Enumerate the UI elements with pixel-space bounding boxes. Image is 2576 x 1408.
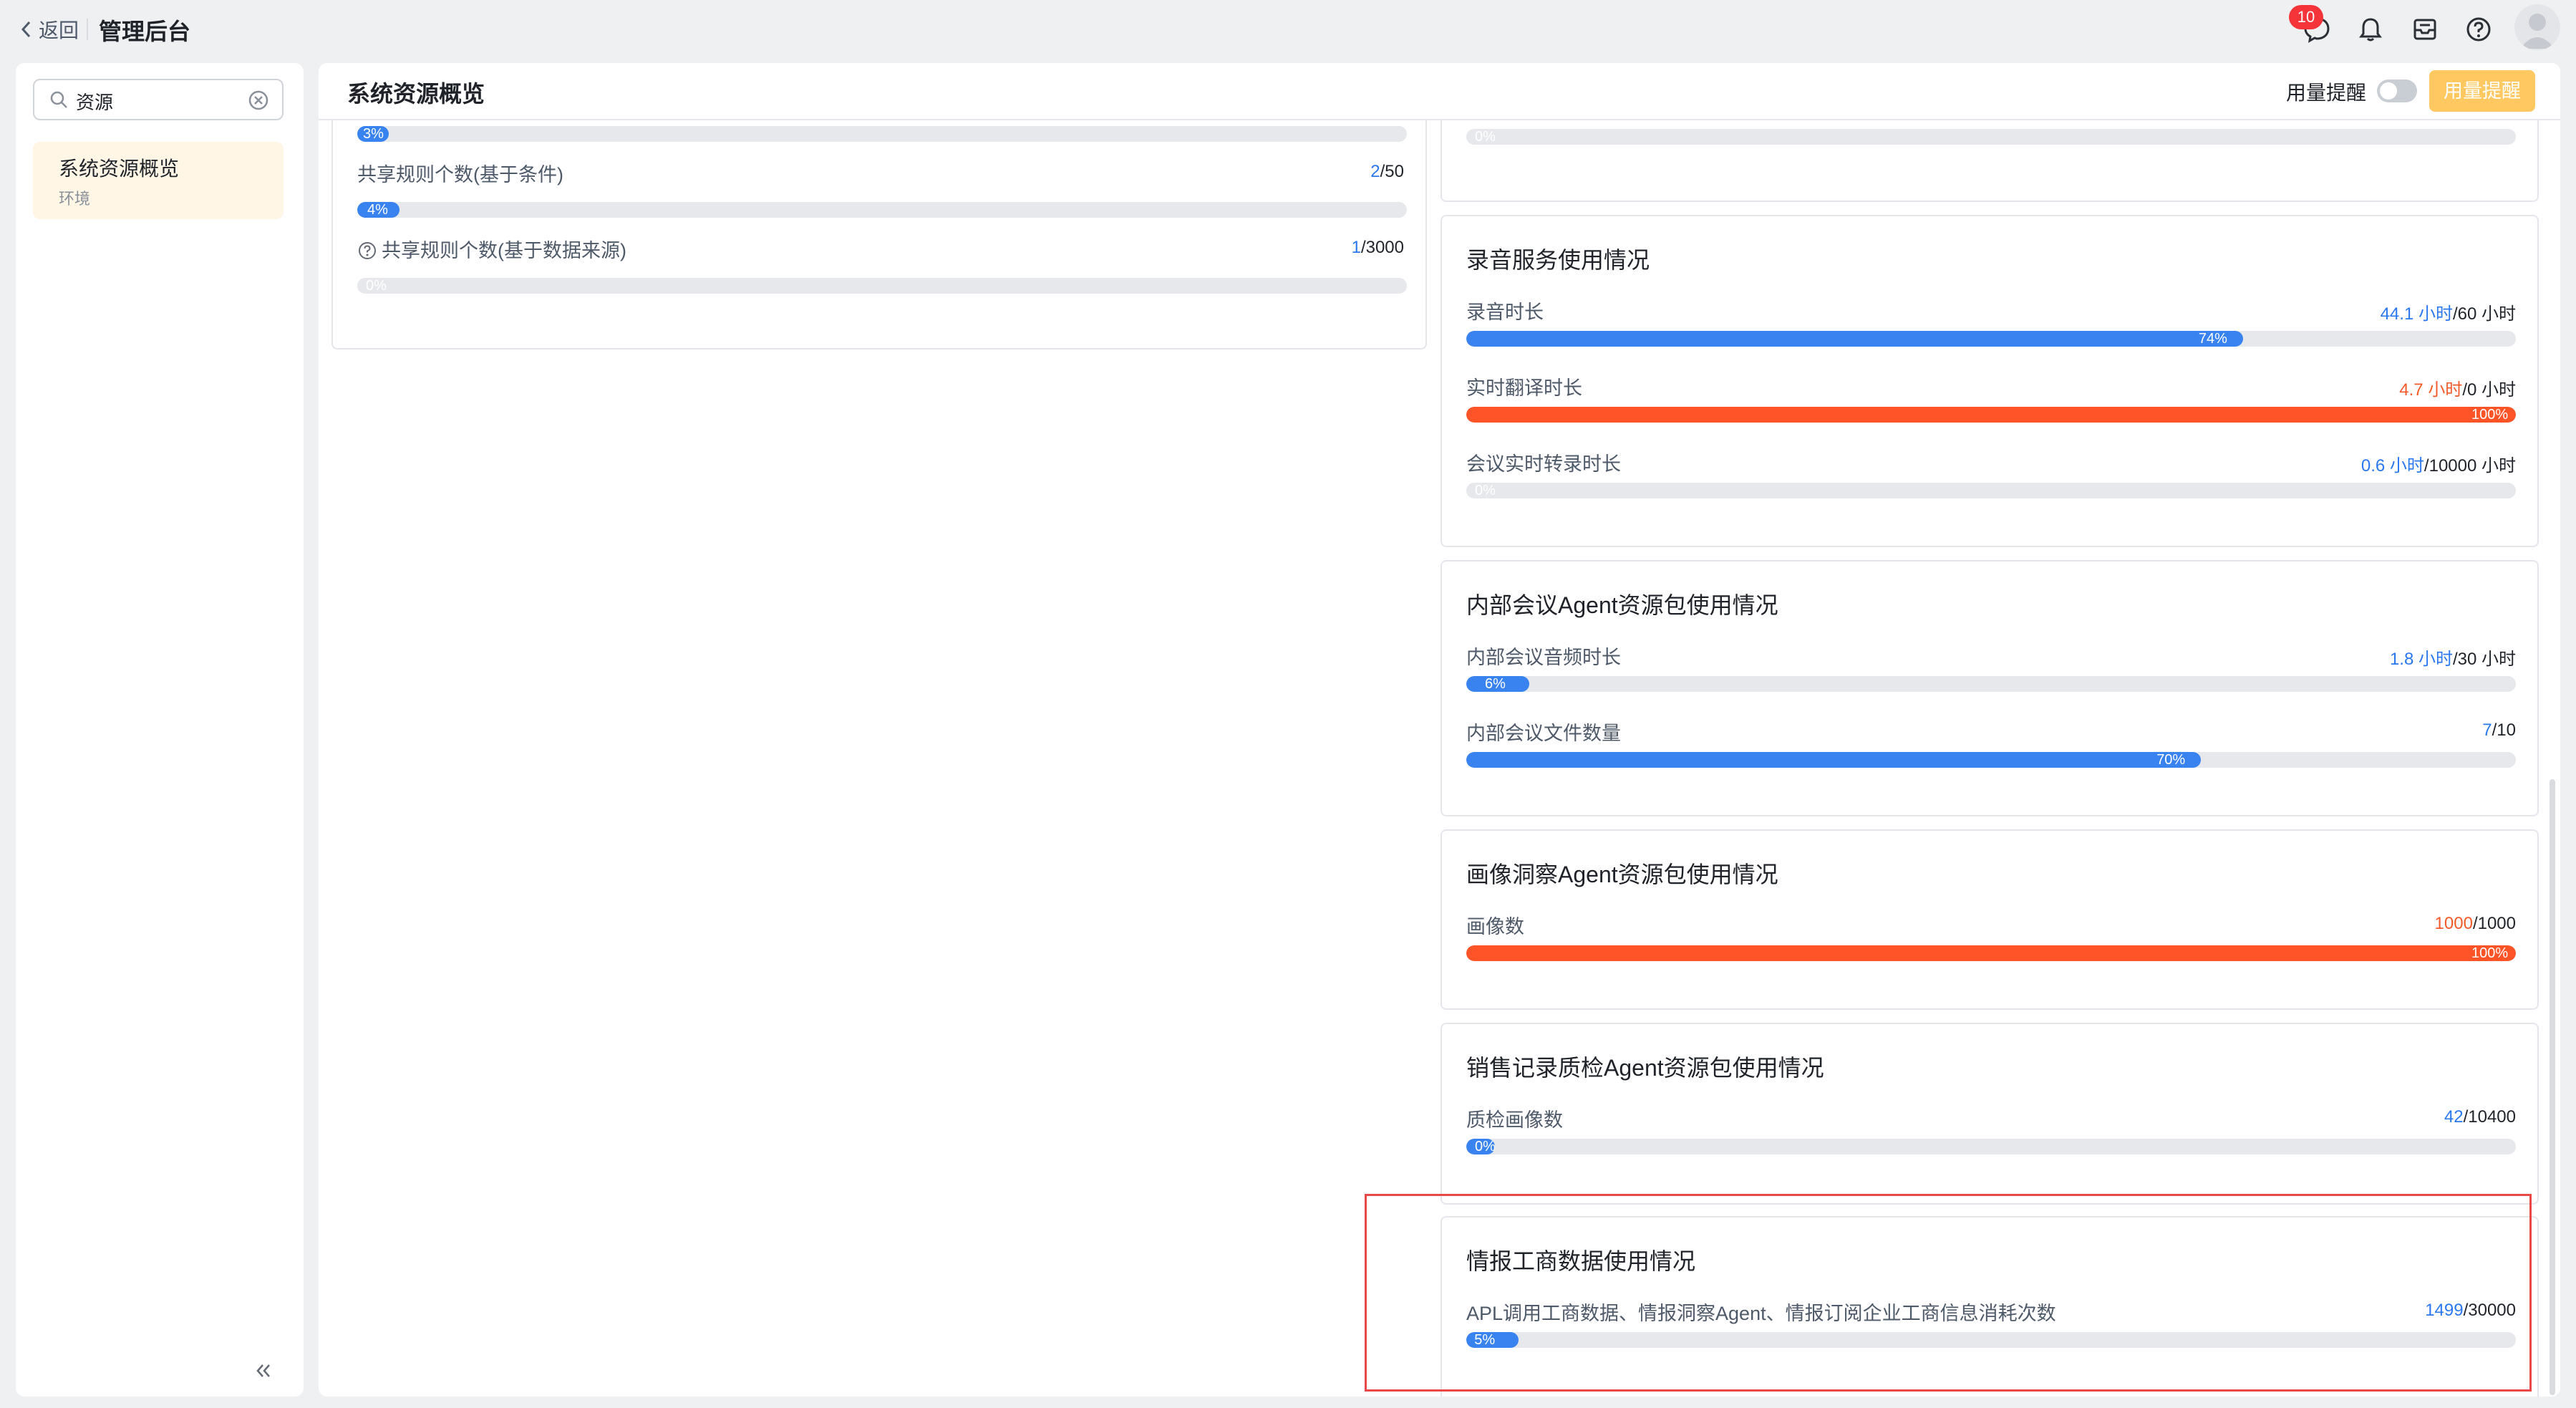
progress-percent: 6% xyxy=(1484,676,1506,692)
message-count-badge: 10 xyxy=(2289,5,2323,29)
metric-label: 画像数 xyxy=(1466,916,1524,937)
metric-value: 2/50 xyxy=(1370,162,1404,181)
progress-fill xyxy=(1466,945,2516,961)
back-button[interactable]: 返回 xyxy=(19,15,79,44)
metric-label: 会议实时转录时长 xyxy=(1466,453,1621,475)
sidebar-item-subtitle: 环境 xyxy=(59,190,91,208)
usage-alert-toggle[interactable] xyxy=(2377,79,2417,102)
progress-percent: 3% xyxy=(363,126,384,142)
portrait-insight-agent-card: 画像洞察Agent资源包使用情况 画像数 1000/1000 100% xyxy=(1440,829,2539,1010)
chevron-left-icon xyxy=(21,21,31,38)
progress-percent: 74% xyxy=(2198,331,2227,347)
internal-meeting-agent-card: 内部会议Agent资源包使用情况 内部会议音频时长 1.8 小时/30 小时 6… xyxy=(1440,560,2539,816)
metric-label: 录音时长 xyxy=(1466,302,1544,323)
progress-percent: 100% xyxy=(2471,945,2509,961)
inbox-icon[interactable] xyxy=(2410,14,2440,44)
progress-percent: 100% xyxy=(2471,407,2509,423)
progress-track: 100% xyxy=(1466,407,2516,423)
progress-percent: 0% xyxy=(1475,483,1496,498)
progress-track: 0% xyxy=(1466,483,2516,498)
metric-value: 1.8 小时/30 小时 xyxy=(2389,650,2516,669)
progress-track: 100% xyxy=(1466,945,2516,961)
metric-value: 1/3000 xyxy=(1351,238,1404,257)
search-value: 资源 xyxy=(76,92,114,113)
sidebar-item-label: 系统资源概览 xyxy=(59,158,180,180)
clear-icon[interactable] xyxy=(248,90,269,111)
search-input[interactable]: 资源 xyxy=(33,79,284,120)
back-label: 返回 xyxy=(39,19,79,42)
sidebar: 资源 系统资源概览 环境 xyxy=(16,63,304,1397)
progress-track: 6% xyxy=(1466,676,2516,692)
sidebar-item-system-resource-overview[interactable]: 系统资源概览 环境 xyxy=(33,142,284,219)
progress-track: 0% xyxy=(357,278,1407,294)
progress-fill xyxy=(1466,407,2516,423)
metric-value: 7/10 xyxy=(2482,720,2516,740)
metric-value: 4.7 小时/0 小时 xyxy=(2399,380,2516,400)
top-bar: 返回 管理后台 10 xyxy=(0,0,2576,59)
question-circle-icon[interactable] xyxy=(357,241,377,261)
progress-percent: 0% xyxy=(366,278,387,294)
sales-qc-agent-card: 销售记录质检Agent资源包使用情况 质检画像数 42/10400 0% xyxy=(1440,1023,2539,1205)
metric-value: 44.1 小时/60 小时 xyxy=(2380,304,2516,324)
scrollbar[interactable] xyxy=(2550,779,2555,1395)
progress-track: 3% xyxy=(357,126,1407,142)
avatar[interactable] xyxy=(2514,4,2560,50)
progress-track: 4% xyxy=(357,202,1407,218)
highlight-box xyxy=(1365,1194,2532,1392)
recording-usage-card: 录音服务使用情况 录音时长 44.1 小时/60 小时 74% 实时翻译时长 4… xyxy=(1440,215,2539,547)
metric-label: 内部会议音频时长 xyxy=(1466,647,1621,668)
bell-icon[interactable] xyxy=(2355,14,2386,44)
metric-label: 内部会议文件数量 xyxy=(1466,723,1621,744)
app-title: 管理后台 xyxy=(99,19,191,44)
card-title: 销售记录质检Agent资源包使用情况 xyxy=(1466,1055,1824,1081)
progress-percent: 70% xyxy=(2156,752,2186,768)
metric-value: 1000/1000 xyxy=(2434,914,2516,933)
search-icon xyxy=(50,91,67,108)
usage-alert-button[interactable]: 用量提醒 xyxy=(2429,70,2535,112)
page-title: 系统资源概览 xyxy=(347,81,485,107)
progress-fill xyxy=(1466,752,2202,768)
main-header: 系统资源概览 用量提醒 用量提醒 xyxy=(319,63,2560,120)
progress-track: 0% xyxy=(1466,129,2516,145)
help-icon[interactable] xyxy=(2464,14,2494,44)
toggle-knob xyxy=(2380,82,2397,100)
progress-percent: 0% xyxy=(1475,1139,1496,1154)
metric-value: 42/10400 xyxy=(2444,1107,2516,1127)
progress-track: 70% xyxy=(1466,752,2516,768)
title-divider xyxy=(87,19,88,40)
progress-fill xyxy=(1466,331,2243,347)
card-title: 画像洞察Agent资源包使用情况 xyxy=(1466,862,1778,887)
progress-percent: 4% xyxy=(367,202,388,218)
double-chevron-left-icon[interactable] xyxy=(252,1359,275,1382)
usage-alert-toggle-label: 用量提醒 xyxy=(2286,82,2367,104)
card-title: 录音服务使用情况 xyxy=(1466,247,1650,273)
card-title: 内部会议Agent资源包使用情况 xyxy=(1466,592,1778,618)
progress-track: 74% xyxy=(1466,331,2516,347)
metric-label: 共享规则个数(基于数据来源) xyxy=(357,235,626,263)
progress-track: 0% xyxy=(1466,1139,2516,1154)
progress-percent: 0% xyxy=(1475,129,1496,145)
metric-value: 0.6 小时/10000 小时 xyxy=(2360,456,2516,476)
metric-label: 质检画像数 xyxy=(1466,1109,1563,1131)
metric-label: 实时翻译时长 xyxy=(1466,377,1582,399)
metric-label: 共享规则个数(基于条件) xyxy=(357,164,563,185)
left-resource-card: 3% 共享规则个数(基于条件) 2/50 4% 共享规则个数(基于数据来源) 1… xyxy=(331,92,1427,349)
